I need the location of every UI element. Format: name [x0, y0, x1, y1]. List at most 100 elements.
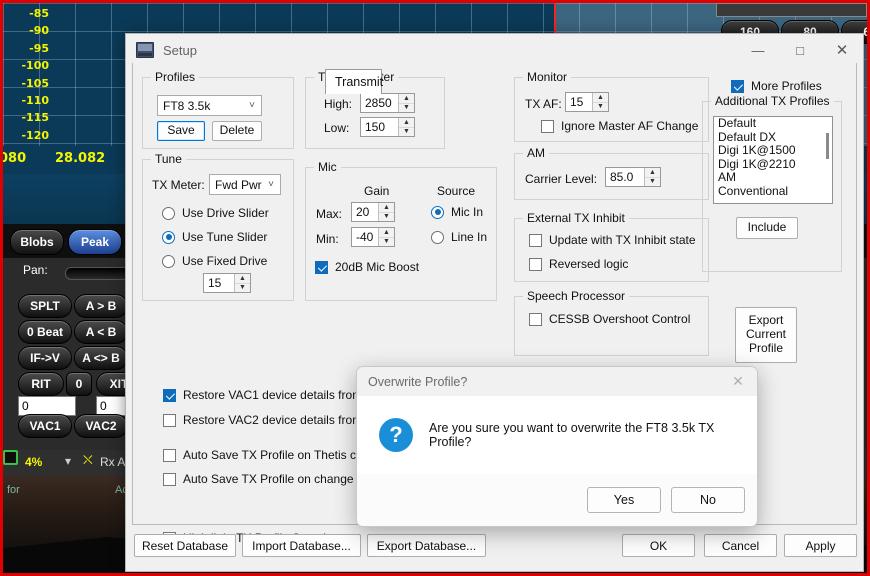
profile-select[interactable]: FT8 3.5k ˅ — [157, 95, 262, 116]
top-rail — [716, 3, 867, 17]
band-60-label: 60 — [863, 25, 870, 39]
rit-value: 0 — [22, 399, 29, 413]
list-item[interactable]: Digi 1K@1500 — [714, 144, 832, 158]
radio-use-tune-slider[interactable]: Use Tune Slider — [162, 230, 267, 244]
include-button[interactable]: Include — [736, 217, 798, 239]
blobs-button[interactable]: Blobs — [10, 229, 64, 255]
list-item[interactable]: Conventional — [714, 184, 832, 199]
high-value: 2850 — [365, 96, 392, 110]
dialog-footer: Yes No — [357, 474, 757, 525]
save-profile-button[interactable]: Save — [157, 121, 205, 141]
minimize-button[interactable]: — — [737, 34, 779, 66]
question-icon: ? — [379, 418, 413, 452]
ignore-master-af-label: Ignore Master AF Change — [561, 119, 699, 133]
speech-processor-group: Speech Processor CESSB Overshoot Control — [514, 289, 709, 356]
reversed-logic-label: Reversed logic — [549, 257, 629, 271]
radio-dot — [162, 254, 175, 268]
speech-processor-group-title: Speech Processor — [523, 289, 630, 303]
tx-meter-select[interactable]: Fwd Pwr ˅ — [209, 174, 281, 195]
spinner-arrows[interactable]: ▲ ▼ — [378, 203, 394, 221]
rit-value-field[interactable]: 0 — [18, 396, 76, 416]
rit-button[interactable]: RIT — [18, 372, 64, 396]
spinner-arrows[interactable]: ▲ ▼ — [398, 118, 414, 136]
cancel-button[interactable]: Cancel — [704, 534, 777, 557]
list-item[interactable]: Digi 1K@2210 — [714, 157, 832, 172]
blobs-label: Blobs — [20, 235, 54, 249]
radio-use-fixed-drive[interactable]: Use Fixed Drive — [162, 254, 267, 268]
vac2-button[interactable]: VAC2 — [74, 414, 128, 438]
dialog-yes-button[interactable]: Yes — [587, 486, 661, 513]
mic-max-value: 20 — [356, 205, 370, 219]
xit-value: 0 — [100, 399, 107, 413]
tune-group-title: Tune — [151, 152, 186, 166]
rit-badge[interactable]: 0 — [66, 372, 92, 396]
ok-button[interactable]: OK — [622, 534, 695, 557]
checkbox-box — [163, 472, 176, 486]
checkbox-reversed-logic[interactable]: Reversed logic — [529, 257, 628, 271]
split-button[interactable]: SPLT — [18, 294, 72, 318]
if-to-v-button[interactable]: IF->V — [18, 346, 72, 370]
tab-transmit[interactable]: Transmit — [325, 69, 384, 94]
setup-title-bar[interactable]: Setup — □ ✕ — [126, 34, 863, 66]
additional-tx-profiles-list[interactable]: Default Default DX Digi 1K@1500 Digi 1K@… — [713, 116, 833, 204]
checkbox-box — [529, 257, 542, 271]
spinner-arrows[interactable]: ▲ ▼ — [644, 168, 660, 186]
checkbox-more-profiles[interactable]: More Profiles — [731, 79, 822, 93]
radio-line-in[interactable]: Line In — [431, 230, 487, 244]
list-item[interactable]: Default — [714, 117, 832, 131]
mic-min-spinner[interactable]: -40 ▲ ▼ — [351, 227, 395, 247]
additional-tx-profiles-group: Additional TX Profiles Default Default D… — [702, 94, 842, 272]
cessb-label: CESSB Overshoot Control — [549, 312, 691, 326]
a-from-b-label: A < B — [85, 325, 117, 339]
checkbox-box — [529, 312, 542, 326]
a-to-b-button[interactable]: A > B — [74, 294, 128, 318]
reset-database-button[interactable]: Reset Database — [134, 534, 236, 557]
checkbox-auto-save-on-change[interactable]: Auto Save TX Profile on change — [163, 472, 354, 486]
spinner-arrows[interactable]: ▲ ▼ — [234, 274, 250, 292]
mic-max-spinner[interactable]: 20 ▲ ▼ — [351, 202, 395, 222]
radio-mic-in[interactable]: Mic In — [431, 205, 483, 219]
export-current-profile-button[interactable]: Export Current Profile — [735, 307, 797, 363]
checkbox-update-with-tx-inhibit-state[interactable]: Update with TX Inhibit state — [529, 233, 696, 247]
dialog-close-icon[interactable]: ✕ — [719, 367, 757, 396]
line-in-label: Line In — [451, 230, 488, 244]
import-database-button[interactable]: Import Database... — [242, 534, 361, 557]
checkbox-auto-save-on-close[interactable]: Auto Save TX Profile on Thetis close — [163, 448, 378, 462]
zero-beat-button[interactable]: 0 Beat — [18, 320, 72, 344]
high-spinner[interactable]: 2850 ▲ ▼ — [360, 93, 415, 113]
carrier-level-spinner[interactable]: 85.0 ▲ ▼ — [605, 167, 661, 187]
setup-window-icon — [136, 42, 154, 58]
spinner-arrows[interactable]: ▲ ▼ — [592, 93, 608, 111]
list-item[interactable]: AM — [714, 171, 832, 185]
list-item[interactable]: Default DX — [714, 130, 832, 145]
checkbox-20db-mic-boost[interactable]: 20dB Mic Boost — [315, 260, 419, 274]
spinner-arrows[interactable]: ▲ ▼ — [398, 94, 414, 112]
a-swap-b-button[interactable]: A <> B — [74, 346, 128, 370]
db-label: -105 — [21, 76, 49, 90]
delete-label: Delete — [219, 123, 255, 138]
delete-profile-button[interactable]: Delete — [212, 121, 262, 141]
a-from-b-button[interactable]: A < B — [74, 320, 128, 344]
dialog-body: ? Are you sure you want to overwrite the… — [357, 396, 757, 474]
list-scrollbar[interactable] — [826, 133, 829, 159]
setup-footer: Reset Database Import Database... Export… — [126, 525, 863, 571]
apply-button[interactable]: Apply — [784, 534, 857, 557]
dialog-no-button[interactable]: No — [671, 486, 745, 513]
frequency-label: 080 — [0, 151, 27, 166]
low-spinner[interactable]: 150 ▲ ▼ — [360, 117, 415, 137]
radio-use-drive-slider[interactable]: Use Drive Slider — [162, 206, 269, 220]
cpu-chip-icon — [3, 450, 18, 465]
peak-button[interactable]: Peak — [68, 229, 122, 255]
export-database-button[interactable]: Export Database... — [367, 534, 486, 557]
fixed-drive-spinner[interactable]: 15 ▲ ▼ — [203, 273, 251, 293]
maximize-button[interactable]: □ — [779, 34, 821, 66]
checkbox-cessb-overshoot-control[interactable]: CESSB Overshoot Control — [529, 312, 690, 326]
tab-transmit-label: Transmit — [335, 75, 384, 89]
checkbox-ignore-master-af-change[interactable]: Ignore Master AF Change — [541, 119, 698, 133]
use-fixed-drive-label: Use Fixed Drive — [182, 254, 268, 268]
close-button[interactable]: ✕ — [821, 34, 863, 66]
tx-af-spinner[interactable]: 15 ▲ ▼ — [565, 92, 609, 112]
vac1-button[interactable]: VAC1 — [18, 414, 72, 438]
chevron-down-icon[interactable]: ▾ — [65, 454, 71, 468]
spinner-arrows[interactable]: ▲ ▼ — [378, 228, 394, 246]
